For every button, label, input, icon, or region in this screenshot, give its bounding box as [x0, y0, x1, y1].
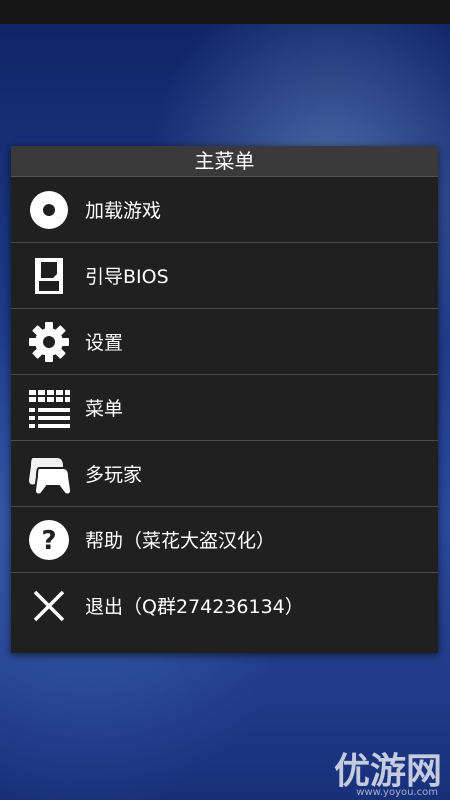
- menu-item-label: 菜单: [85, 398, 124, 420]
- menu-item-label: 帮助（菜花大盗汉化）: [85, 530, 276, 552]
- menu-item-multiplayer[interactable]: 多玩家: [11, 441, 438, 507]
- grid-menu-icon: [27, 386, 71, 430]
- dialog-title: 主菜单: [11, 146, 438, 177]
- gamepad-icon: [27, 452, 71, 496]
- menu-item-label: 引导BIOS: [85, 266, 169, 288]
- menu-item-label: 设置: [85, 332, 124, 354]
- menu-item-menu[interactable]: 菜单: [11, 375, 438, 441]
- help-icon: ?: [27, 518, 71, 562]
- menu-item-exit[interactable]: 退出（Q群274236134）: [11, 573, 438, 638]
- memory-card-icon: [27, 254, 71, 298]
- watermark-url: www.yoyou.com: [356, 787, 438, 798]
- menu-item-label: 加载游戏: [85, 200, 162, 222]
- status-bar: [0, 0, 450, 24]
- menu-item-settings[interactable]: 设置: [11, 309, 438, 375]
- main-menu-dialog: 主菜单 加载游戏 引导BIOS 设置 菜单 多玩家 ? 帮助（菜花大盗汉化） 退…: [11, 146, 438, 653]
- close-icon: [27, 584, 71, 628]
- menu-item-load-game[interactable]: 加载游戏: [11, 177, 438, 243]
- svg-text:?: ?: [41, 526, 56, 556]
- menu-item-boot-bios[interactable]: 引导BIOS: [11, 243, 438, 309]
- gear-icon: [27, 320, 71, 364]
- menu-item-label: 退出（Q群274236134）: [85, 596, 304, 618]
- menu-item-help[interactable]: ? 帮助（菜花大盗汉化）: [11, 507, 438, 573]
- menu-item-label: 多玩家: [85, 464, 143, 486]
- disc-icon: [27, 188, 71, 232]
